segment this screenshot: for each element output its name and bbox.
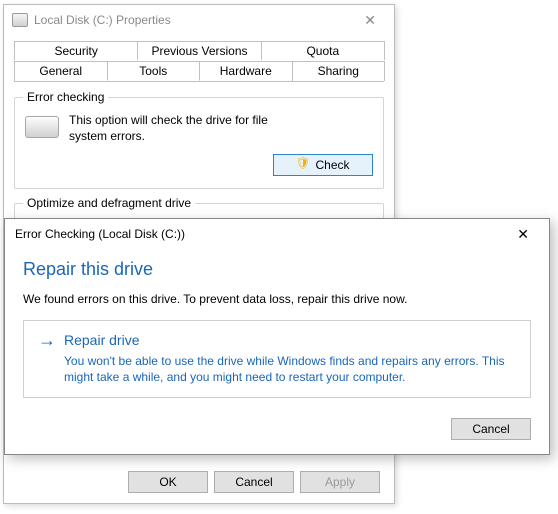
repair-drive-description: You won't be able to use the drive while… <box>64 353 516 385</box>
error-dialog-title: Error Checking (Local Disk (C:)) <box>15 227 185 241</box>
tab-general[interactable]: General <box>14 61 108 81</box>
tab-previous-versions[interactable]: Previous Versions <box>137 41 261 60</box>
error-checking-group: Error checking This option will check th… <box>14 97 384 189</box>
arrow-right-icon: → <box>38 331 56 349</box>
tab-strip: Security Previous Versions Quota General… <box>14 41 384 83</box>
error-message: We found errors on this drive. To preven… <box>23 292 531 306</box>
properties-button-bar: OK Cancel Apply <box>4 471 394 493</box>
error-checking-description: This option will check the drive for fil… <box>69 112 289 144</box>
drive-icon <box>25 116 59 138</box>
tab-sharing[interactable]: Sharing <box>292 61 386 81</box>
shield-icon <box>296 158 310 172</box>
tab-quota[interactable]: Quota <box>261 41 385 60</box>
repair-drive-title: Repair drive <box>64 332 139 348</box>
tab-hardware[interactable]: Hardware <box>199 61 293 81</box>
tab-tools[interactable]: Tools <box>107 61 201 81</box>
properties-title: Local Disk (C:) Properties <box>34 13 171 27</box>
disk-icon <box>12 13 28 27</box>
close-icon[interactable]: ✕ <box>354 5 386 35</box>
apply-button[interactable]: Apply <box>300 471 380 493</box>
cancel-button[interactable]: Cancel <box>214 471 294 493</box>
check-button-label: Check <box>315 158 349 172</box>
error-heading: Repair this drive <box>23 259 531 280</box>
repair-drive-command[interactable]: → Repair drive You won't be able to use … <box>23 320 531 398</box>
ok-button[interactable]: OK <box>128 471 208 493</box>
optimize-group-title: Optimize and defragment drive <box>23 196 195 210</box>
cancel-button[interactable]: Cancel <box>451 418 531 440</box>
error-dialog-titlebar[interactable]: Error Checking (Local Disk (C:)) ✕ <box>5 219 549 249</box>
check-button[interactable]: Check <box>273 154 373 176</box>
close-icon[interactable]: ✕ <box>507 222 539 247</box>
error-checking-group-title: Error checking <box>23 90 108 104</box>
properties-titlebar[interactable]: Local Disk (C:) Properties ✕ <box>4 5 394 35</box>
error-checking-dialog: Error Checking (Local Disk (C:)) ✕ Repai… <box>4 218 550 455</box>
tab-security[interactable]: Security <box>14 41 138 60</box>
